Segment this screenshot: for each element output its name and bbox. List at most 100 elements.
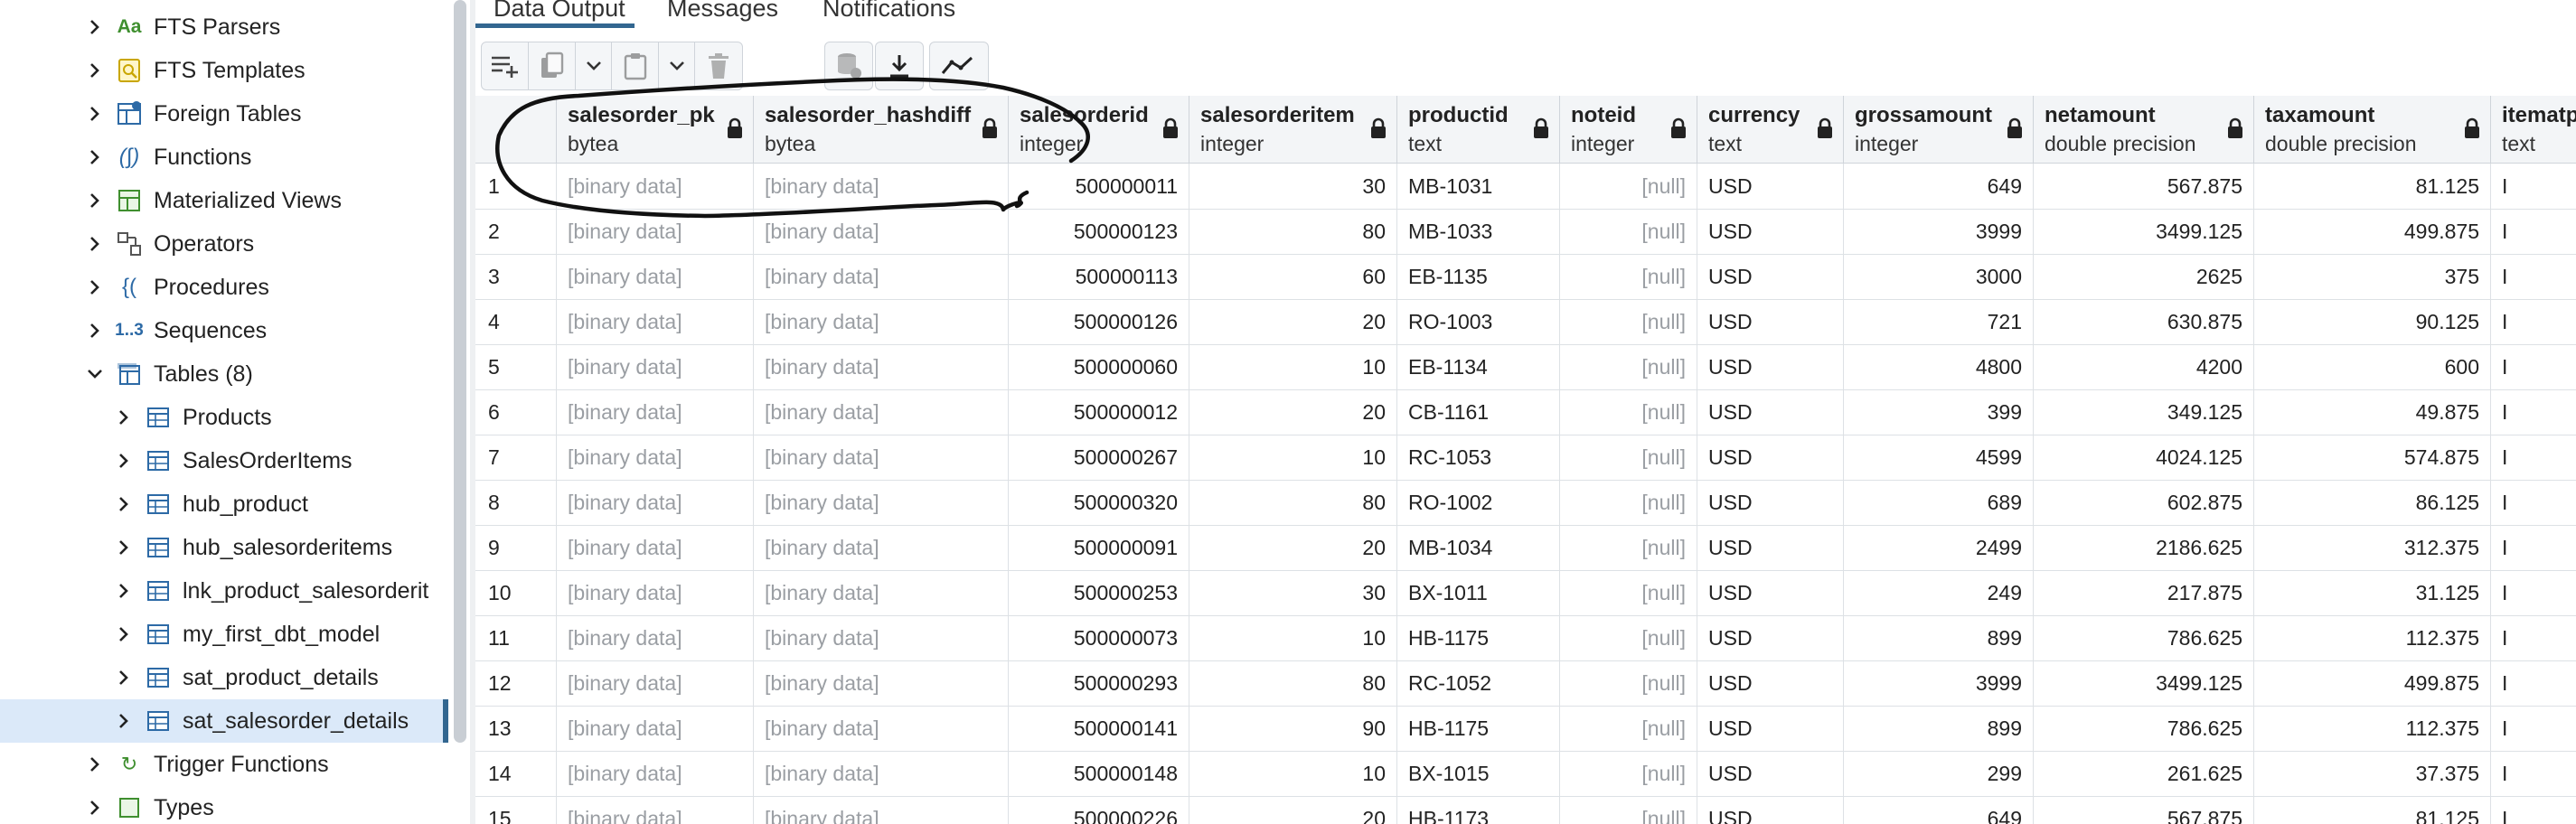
copy-button[interactable]: [529, 42, 576, 89]
table-cell[interactable]: [null]: [1560, 796, 1697, 824]
table-cell[interactable]: 10: [1189, 615, 1397, 660]
table-cell[interactable]: 3499.125: [2034, 660, 2254, 706]
table-cell[interactable]: [null]: [1560, 751, 1697, 796]
table-cell[interactable]: 60: [1189, 254, 1397, 299]
download-button[interactable]: [876, 42, 923, 89]
tree-item[interactable]: ↻ Trigger Functions: [0, 743, 448, 786]
column-header[interactable]: taxamount double precision: [2254, 96, 2491, 163]
save-data-button[interactable]: [825, 42, 872, 89]
table-cell[interactable]: [binary data]: [754, 660, 1009, 706]
table-cell[interactable]: 4599: [1844, 435, 2034, 480]
table-cell[interactable]: 500000320: [1009, 480, 1189, 525]
table-cell[interactable]: I: [2491, 570, 2576, 615]
table-cell[interactable]: I: [2491, 525, 2576, 570]
tab-messages[interactable]: Messages: [667, 0, 778, 23]
table-cell[interactable]: USD: [1697, 706, 1844, 751]
table-cell[interactable]: RO-1003: [1397, 299, 1560, 344]
table-cell[interactable]: 312.375: [2254, 525, 2491, 570]
table-row[interactable]: 8 [binary data] [binary data] 500000320 80 RO…: [475, 480, 2576, 526]
table-cell[interactable]: 500000123: [1009, 209, 1189, 254]
table-cell[interactable]: MB-1034: [1397, 525, 1560, 570]
table-cell[interactable]: 3999: [1844, 660, 2034, 706]
table-cell[interactable]: 500000126: [1009, 299, 1189, 344]
tree-item[interactable]: my_first_dbt_model: [0, 613, 448, 656]
table-cell[interactable]: 567.875: [2034, 796, 2254, 824]
table-cell[interactable]: 10: [1189, 344, 1397, 389]
table-cell[interactable]: 630.875: [2034, 299, 2254, 344]
table-cell[interactable]: I: [2491, 254, 2576, 299]
table-cell[interactable]: I: [2491, 706, 2576, 751]
tree-item[interactable]: (∫) Functions: [0, 136, 448, 179]
table-cell[interactable]: [null]: [1560, 660, 1697, 706]
table-cell[interactable]: [binary data]: [754, 751, 1009, 796]
table-cell[interactable]: MB-1031: [1397, 164, 1560, 209]
table-cell[interactable]: [binary data]: [754, 209, 1009, 254]
table-cell[interactable]: 217.875: [2034, 570, 2254, 615]
tree-item[interactable]: Operators: [0, 222, 448, 266]
table-cell[interactable]: USD: [1697, 796, 1844, 824]
tree-item[interactable]: Foreign Tables: [0, 92, 448, 136]
column-header[interactable]: salesorder_hashdiff bytea: [754, 96, 1009, 163]
chevron-right-icon[interactable]: [114, 668, 134, 688]
table-cell[interactable]: 3000: [1844, 254, 2034, 299]
table-row[interactable]: 13 [binary data] [binary data] 500000141 90 H…: [475, 706, 2576, 752]
tree-item[interactable]: FTS Templates: [0, 49, 448, 92]
table-cell[interactable]: 31.125: [2254, 570, 2491, 615]
table-cell[interactable]: 10: [1189, 435, 1397, 480]
table-cell[interactable]: USD: [1697, 435, 1844, 480]
chevron-right-icon[interactable]: [114, 407, 134, 427]
table-cell[interactable]: 112.375: [2254, 615, 2491, 660]
table-cell[interactable]: 90.125: [2254, 299, 2491, 344]
table-cell[interactable]: HB-1175: [1397, 706, 1560, 751]
table-cell[interactable]: [binary data]: [754, 389, 1009, 435]
table-cell[interactable]: I: [2491, 344, 2576, 389]
table-cell[interactable]: I: [2491, 796, 2576, 824]
delete-row-button[interactable]: [695, 42, 742, 89]
table-cell[interactable]: 261.625: [2034, 751, 2254, 796]
column-header[interactable]: salesorder_pk bytea: [557, 96, 754, 163]
table-cell[interactable]: 786.625: [2034, 706, 2254, 751]
table-cell[interactable]: [null]: [1560, 480, 1697, 525]
table-cell[interactable]: [binary data]: [557, 706, 754, 751]
table-cell[interactable]: 37.375: [2254, 751, 2491, 796]
paste-options-dropdown[interactable]: [659, 42, 695, 89]
tree-scrollbar[interactable]: [454, 0, 466, 743]
table-cell[interactable]: 500000253: [1009, 570, 1189, 615]
table-cell[interactable]: [binary data]: [557, 209, 754, 254]
column-header[interactable]: salesorderid integer: [1009, 96, 1189, 163]
table-cell[interactable]: [binary data]: [754, 796, 1009, 824]
table-cell[interactable]: 649: [1844, 164, 2034, 209]
copy-options-dropdown[interactable]: [576, 42, 612, 89]
table-row[interactable]: 10 [binary data] [binary data] 500000253 30 B…: [475, 570, 2576, 616]
table-cell[interactable]: RC-1053: [1397, 435, 1560, 480]
table-cell[interactable]: 375: [2254, 254, 2491, 299]
chevron-right-icon[interactable]: [114, 624, 134, 644]
table-cell[interactable]: BX-1015: [1397, 751, 1560, 796]
chevron-right-icon[interactable]: [114, 451, 134, 471]
table-row[interactable]: 9 [binary data] [binary data] 500000091 20 MB…: [475, 525, 2576, 571]
table-cell[interactable]: 786.625: [2034, 615, 2254, 660]
tree-item[interactable]: hub_salesorderitems: [0, 526, 448, 569]
table-cell[interactable]: USD: [1697, 570, 1844, 615]
table-cell[interactable]: [binary data]: [754, 299, 1009, 344]
table-cell[interactable]: RC-1052: [1397, 660, 1560, 706]
table-cell[interactable]: I: [2491, 480, 2576, 525]
chevron-right-icon[interactable]: [85, 191, 105, 211]
table-cell[interactable]: 2625: [2034, 254, 2254, 299]
table-cell[interactable]: 249: [1844, 570, 2034, 615]
table-cell[interactable]: 721: [1844, 299, 2034, 344]
table-cell[interactable]: 689: [1844, 480, 2034, 525]
table-cell[interactable]: 500000060: [1009, 344, 1189, 389]
table-cell[interactable]: 20: [1189, 525, 1397, 570]
table-cell[interactable]: 899: [1844, 706, 2034, 751]
table-cell[interactable]: 30: [1189, 164, 1397, 209]
table-cell[interactable]: I: [2491, 660, 2576, 706]
table-row[interactable]: 15 [binary data] [binary data] 500000226 20 H…: [475, 796, 2576, 824]
chevron-right-icon[interactable]: [114, 494, 134, 514]
table-cell[interactable]: I: [2491, 164, 2576, 209]
table-cell[interactable]: MB-1033: [1397, 209, 1560, 254]
table-cell[interactable]: 20: [1189, 299, 1397, 344]
table-cell[interactable]: [binary data]: [754, 254, 1009, 299]
table-cell[interactable]: 500000267: [1009, 435, 1189, 480]
table-cell[interactable]: USD: [1697, 389, 1844, 435]
